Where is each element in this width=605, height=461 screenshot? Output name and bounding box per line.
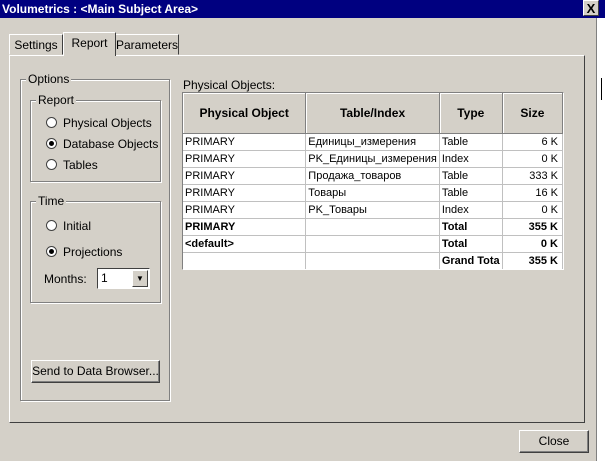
radio-label: Physical Objects [63, 116, 152, 130]
time-legend: Time [36, 194, 67, 208]
months-label: Months: [44, 272, 87, 286]
window-edge [596, 18, 605, 461]
cell-table-index: Товары [305, 184, 440, 202]
cell-physical-object: PRIMARY [183, 218, 307, 236]
cell-physical-object: PRIMARY [183, 133, 307, 151]
report-legend: Report [36, 93, 77, 107]
cell-type: Table [439, 167, 503, 185]
months-value: 1 [101, 271, 108, 285]
cell-physical-object: PRIMARY [183, 184, 307, 202]
radio-database-objects[interactable]: Database Objects [46, 137, 158, 151]
months-select[interactable]: 1 ▼ [97, 268, 150, 289]
radio-label: Projections [63, 245, 123, 259]
cell-size: 0 K [502, 235, 563, 253]
physical-objects-table: Physical Object Table/Index Type Size PR… [183, 93, 563, 269]
cell-table-index [305, 235, 440, 253]
radio-dot [46, 159, 57, 170]
cell-size: 0 K [502, 150, 563, 168]
radio-label: Initial [63, 219, 92, 233]
cell-type: Grand Tota [439, 252, 503, 269]
cell-size: 6 K [502, 133, 563, 151]
cell-size: 355 K [502, 252, 563, 269]
cell-type: Table [439, 184, 503, 202]
radio-dot [46, 220, 57, 231]
tab-report[interactable]: Report [63, 32, 116, 56]
options-legend: Options [26, 72, 72, 86]
window-title: Volumetrics : <Main Subject Area> [2, 2, 199, 16]
column-header-physical-object[interactable]: Physical Object [183, 93, 307, 134]
physical-objects-grid[interactable]: Physical Object Table/Index Type Size PR… [182, 92, 564, 270]
tab-settings[interactable]: Settings [9, 34, 63, 55]
cell-table-index [305, 218, 440, 236]
edge-mark [601, 78, 602, 100]
cell-type: Index [439, 201, 503, 219]
column-header-type[interactable]: Type [439, 93, 503, 134]
cell-physical-object: PRIMARY [183, 167, 307, 185]
table-row[interactable]: PRIMARY PK_Единицы_измерения Index 0 K [183, 150, 563, 168]
table-row[interactable]: PRIMARY Единицы_измерения Table 6 K [183, 133, 563, 151]
close-button[interactable]: Close [519, 430, 589, 453]
grid-header-row: Physical Object Table/Index Type Size [183, 93, 563, 134]
physical-objects-label: Physical Objects: [183, 78, 276, 92]
tab-parameters[interactable]: Parameters [115, 34, 179, 55]
cell-size: 0 K [502, 201, 563, 219]
column-header-table-index[interactable]: Table/Index [305, 93, 440, 134]
radio-tables[interactable]: Tables [46, 158, 98, 172]
cell-table-index: Продажа_товаров [305, 167, 440, 185]
send-to-data-browser-button[interactable]: Send to Data Browser... [31, 360, 160, 383]
table-row[interactable]: Grand Tota 355 K [183, 252, 563, 269]
cell-table-index [305, 252, 440, 269]
title-bar: Volumetrics : <Main Subject Area> X [0, 0, 605, 18]
table-row[interactable]: <default> Total 0 K [183, 235, 563, 253]
cell-physical-object: <default> [183, 235, 307, 253]
cell-type: Index [439, 150, 503, 168]
radio-dot [46, 117, 57, 128]
cell-type: Table [439, 133, 503, 151]
cell-size: 333 K [502, 167, 563, 185]
cell-size: 355 K [502, 218, 563, 236]
cell-table-index: Единицы_измерения [305, 133, 440, 151]
cell-type: Total [439, 218, 503, 236]
cell-table-index: PK_Единицы_измерения [305, 150, 440, 168]
cell-table-index: PK_Товары [305, 201, 440, 219]
cell-physical-object [183, 252, 307, 269]
table-row[interactable]: PRIMARY Продажа_товаров Table 333 K [183, 167, 563, 185]
table-row[interactable]: PRIMARY Товары Table 16 K [183, 184, 563, 202]
radio-dot-selected [46, 246, 57, 257]
window-close-button[interactable]: X [583, 0, 599, 16]
radio-projections[interactable]: Projections [46, 245, 122, 259]
cell-type: Total [439, 235, 503, 253]
radio-physical-objects[interactable]: Physical Objects [46, 116, 152, 130]
radio-dot-selected [46, 138, 57, 149]
cell-size: 16 K [502, 184, 563, 202]
radio-initial[interactable]: Initial [46, 219, 91, 233]
chevron-down-icon[interactable]: ▼ [132, 270, 148, 287]
column-header-size[interactable]: Size [502, 93, 563, 134]
radio-label: Database Objects [63, 137, 159, 151]
table-row[interactable]: PRIMARY PK_Товары Index 0 K [183, 201, 563, 219]
cell-physical-object: PRIMARY [183, 201, 307, 219]
table-row[interactable]: PRIMARY Total 355 K [183, 218, 563, 236]
radio-label: Tables [63, 158, 98, 172]
cell-physical-object: PRIMARY [183, 150, 307, 168]
